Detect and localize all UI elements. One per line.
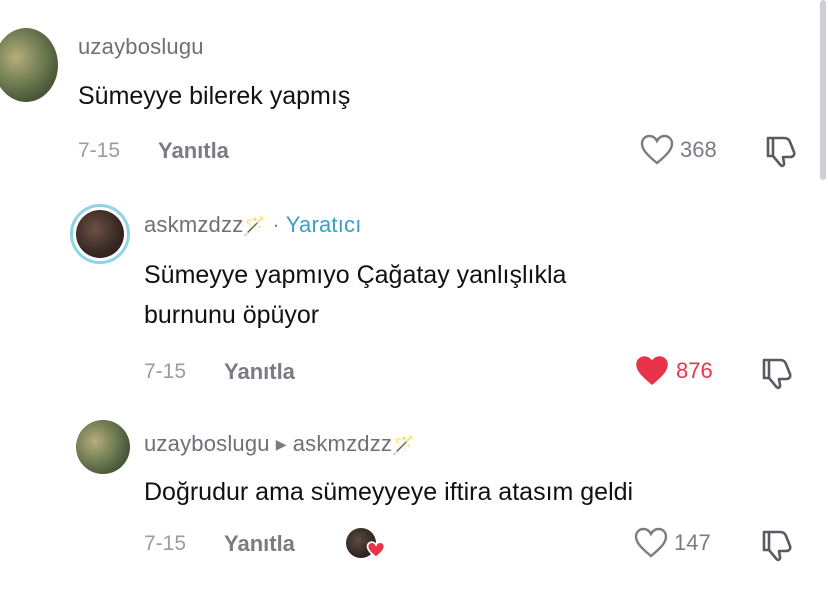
comment-date: 7-15 <box>78 139 121 162</box>
comment-text: Doğrudur ama sümeyyeye iftira atasım gel… <box>144 478 634 506</box>
reply-button[interactable]: Yanıtla <box>224 359 295 385</box>
comment-username-row: uzayboslugu ▶ askmzdzz🪄 <box>144 431 415 457</box>
heart-outline-icon[interactable] <box>634 527 668 559</box>
creator-liked-heart-icon <box>366 541 386 559</box>
wand-icon: 🪄 <box>392 435 415 455</box>
like-button[interactable]: 368 <box>640 134 717 166</box>
reply-button[interactable]: Yanıtla <box>158 138 229 164</box>
comment-username[interactable]: uzayboslugu <box>78 34 204 60</box>
dislike-icon[interactable] <box>764 134 800 168</box>
dislike-icon[interactable] <box>760 356 796 390</box>
dislike-icon[interactable] <box>760 528 796 562</box>
reply-arrow-icon: ▶ <box>275 436 287 452</box>
comment-text: Sümeyye yapmıyo Çağatay yanlışlıkla burn… <box>144 255 566 335</box>
avatar[interactable] <box>70 204 130 264</box>
separator-dot: · <box>272 212 280 237</box>
avatar[interactable] <box>76 420 130 474</box>
like-button[interactable]: 147 <box>634 527 711 559</box>
comment-username-row: askmzdzz🪄 · Yaratıcı <box>144 212 362 238</box>
comment-date: 7-15 <box>144 532 187 555</box>
comment-text-line: Sümeyye yapmıyo Çağatay yanlışlıkla <box>144 261 567 289</box>
avatar[interactable] <box>0 28 58 102</box>
like-count: 147 <box>674 530 711 555</box>
heart-outline-icon[interactable] <box>640 134 674 166</box>
comment-username[interactable]: uzayboslugu <box>144 431 270 456</box>
like-count: 876 <box>676 358 713 383</box>
wand-icon: 🪄 <box>243 216 267 236</box>
comment-text-line: burnunu öpüyor <box>144 301 320 329</box>
comment-text: Sümeyye bilerek yapmış <box>78 82 351 110</box>
heart-filled-icon[interactable] <box>634 355 670 387</box>
comment-date: 7-15 <box>144 360 187 383</box>
like-button[interactable]: 876 <box>634 355 713 387</box>
creator-badge: Yaratıcı <box>285 212 362 237</box>
reply-button[interactable]: Yanıtla <box>224 531 295 557</box>
like-count: 368 <box>680 137 717 162</box>
comment-username[interactable]: askmzdzz <box>144 212 243 237</box>
scrollbar[interactable] <box>820 0 826 180</box>
reply-to-username[interactable]: askmzdzz <box>293 431 392 456</box>
